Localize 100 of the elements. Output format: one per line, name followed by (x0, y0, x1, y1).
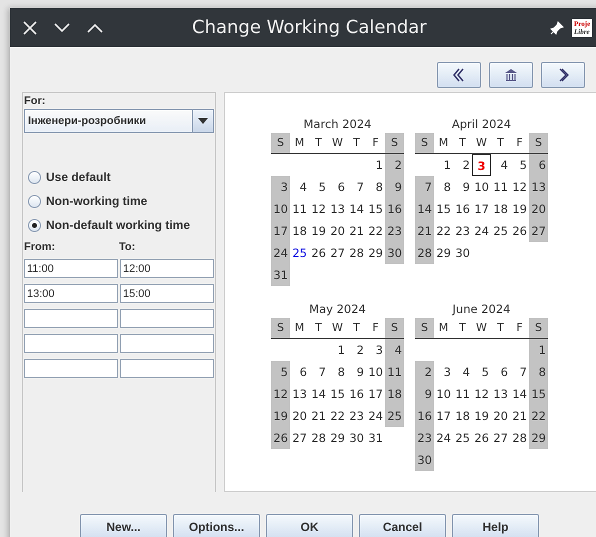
calendar-day[interactable]: 31 (271, 264, 290, 286)
calendar-day[interactable]: 5 (472, 361, 491, 383)
calendar-day[interactable]: 11 (290, 198, 309, 220)
calendar-day[interactable]: 10 (271, 198, 290, 220)
calendar-day[interactable]: 22 (529, 405, 548, 427)
dialog-button[interactable]: Options... (173, 514, 260, 537)
home-button[interactable] (489, 62, 533, 88)
calendar-day[interactable]: 24 (434, 427, 453, 449)
calendar-day[interactable]: 30 (415, 449, 434, 471)
calendar-day[interactable]: 21 (415, 220, 434, 242)
from-time-field[interactable]: 13:00 (24, 284, 118, 303)
calendar-day[interactable]: 6 (290, 361, 309, 383)
to-time-field[interactable]: 15:00 (120, 284, 214, 303)
radio-button[interactable] (28, 170, 41, 184)
calendar-day[interactable]: 4 (290, 176, 309, 198)
calendar-day[interactable]: 8 (529, 361, 548, 383)
calendar-day[interactable]: 17 (472, 198, 491, 220)
calendar-day[interactable]: 19 (309, 220, 328, 242)
calendar-day[interactable]: 1 (434, 154, 453, 176)
calendar-day[interactable]: 11 (453, 383, 472, 405)
calendar-day[interactable]: 8 (434, 176, 453, 198)
dialog-button[interactable]: New... (80, 514, 167, 537)
calendar-day[interactable]: 12 (472, 383, 491, 405)
calendar-day[interactable]: 18 (453, 405, 472, 427)
calendar-day[interactable]: 7 (510, 361, 529, 383)
calendar-day[interactable]: 30 (385, 242, 404, 264)
calendar-day[interactable]: 16 (453, 198, 472, 220)
calendar-day[interactable]: 10 (472, 176, 491, 198)
calendar-day[interactable]: 13 (328, 198, 347, 220)
calendar-day[interactable]: 14 (309, 383, 328, 405)
calendar-day[interactable]: 27 (290, 427, 309, 449)
calendar-day[interactable]: 27 (328, 242, 347, 264)
radio-button[interactable] (28, 194, 41, 208)
pin-icon[interactable] (550, 21, 564, 35)
calendar-day[interactable]: 23 (385, 220, 404, 242)
calendar-day[interactable]: 21 (309, 405, 328, 427)
calendar-day[interactable]: 1 (366, 154, 385, 176)
from-time-field[interactable]: 11:00 (24, 259, 118, 278)
close-icon[interactable] (23, 20, 37, 34)
calendar-day[interactable]: 16 (415, 405, 434, 427)
calendar-day[interactable]: 3 (434, 361, 453, 383)
calendar-day[interactable]: 8 (366, 176, 385, 198)
calendar-day[interactable]: 7 (347, 176, 366, 198)
calendar-day[interactable]: 18 (491, 198, 510, 220)
radio-option[interactable]: Non-working time (28, 193, 214, 209)
calendar-day[interactable]: 28 (415, 242, 434, 264)
calendar-day[interactable]: 13 (491, 383, 510, 405)
calendar-day[interactable]: 17 (434, 405, 453, 427)
calendar-day[interactable]: 20 (328, 220, 347, 242)
calendar-day[interactable]: 22 (328, 405, 347, 427)
calendar-day[interactable]: 26 (309, 242, 328, 264)
calendar-day[interactable]: 26 (271, 427, 290, 449)
calendar-day[interactable]: 19 (510, 198, 529, 220)
radio-button[interactable] (28, 218, 41, 232)
chevron-up-icon[interactable] (87, 22, 103, 32)
chevron-down-icon[interactable] (54, 22, 70, 32)
calendar-day[interactable]: 15 (434, 198, 453, 220)
calendar-day[interactable]: 18 (290, 220, 309, 242)
calendar-day[interactable]: 29 (529, 427, 548, 449)
to-time-field[interactable] (120, 334, 214, 353)
calendar-day[interactable]: 25 (491, 220, 510, 242)
to-time-field[interactable] (120, 359, 214, 378)
calendar-day[interactable]: 25 (453, 427, 472, 449)
calendar-day[interactable]: 26 (510, 220, 529, 242)
calendar-day[interactable]: 10 (434, 383, 453, 405)
calendar-day[interactable]: 26 (472, 427, 491, 449)
calendar-day[interactable]: 12 (510, 176, 529, 198)
radio-option[interactable]: Use default (28, 169, 214, 185)
calendar-day[interactable]: 2 (453, 154, 472, 176)
calendar-day[interactable]: 16 (347, 383, 366, 405)
to-time-field[interactable] (120, 309, 214, 328)
calendar-day[interactable]: 20 (529, 198, 548, 220)
calendar-day[interactable]: 4 (385, 339, 404, 361)
calendar-day[interactable]: 4 (491, 154, 510, 176)
calendar-day[interactable]: 15 (328, 383, 347, 405)
calendar-day[interactable]: 22 (434, 220, 453, 242)
calendar-day[interactable]: 23 (453, 220, 472, 242)
calendar-day[interactable]: 5 (271, 361, 290, 383)
calendar-day[interactable]: 21 (347, 220, 366, 242)
calendar-day[interactable]: 5 (510, 154, 529, 176)
calendar-day[interactable]: 20 (290, 405, 309, 427)
calendar-day[interactable]: 29 (366, 242, 385, 264)
calendar-day[interactable]: 22 (366, 220, 385, 242)
calendar-day[interactable]: 7 (415, 176, 434, 198)
calendar-day[interactable]: 9 (347, 361, 366, 383)
previous-button[interactable] (437, 62, 481, 88)
calendar-day[interactable]: 25 (290, 242, 309, 264)
calendar-day[interactable]: 15 (366, 198, 385, 220)
calendar-day[interactable]: 19 (271, 405, 290, 427)
calendar-day[interactable]: 19 (472, 405, 491, 427)
calendar-day[interactable]: 5 (309, 176, 328, 198)
calendar-day[interactable]: 9 (453, 176, 472, 198)
calendar-day[interactable]: 3 (366, 339, 385, 361)
calendar-day[interactable]: 17 (271, 220, 290, 242)
to-time-field[interactable]: 12:00 (120, 259, 214, 278)
calendar-day[interactable]: 23 (415, 427, 434, 449)
calendar-day[interactable]: 14 (347, 198, 366, 220)
dialog-button[interactable]: OK (266, 514, 353, 537)
calendar-day[interactable]: 24 (366, 405, 385, 427)
calendar-day[interactable]: 24 (271, 242, 290, 264)
